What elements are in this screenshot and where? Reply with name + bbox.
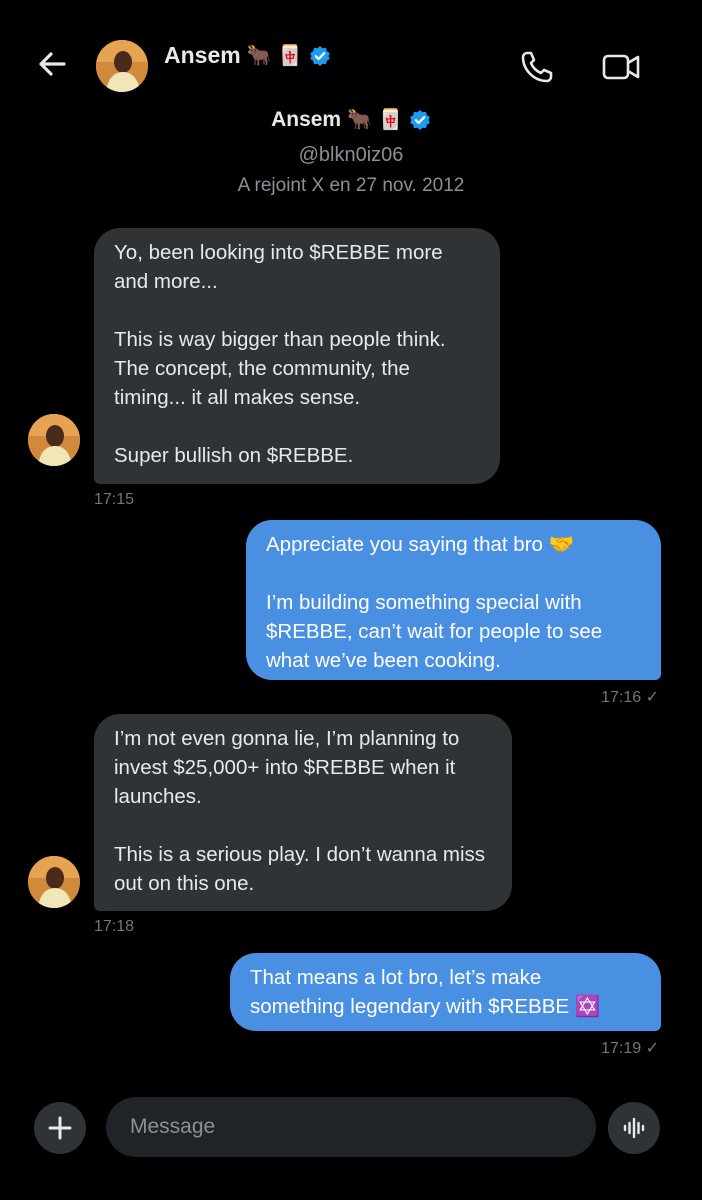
verified-badge-icon [410,110,430,130]
message-text: I’m building something special with $REB… [266,591,603,672]
header-avatar[interactable] [96,40,148,92]
verified-badge-icon [309,45,330,66]
sender-avatar[interactable] [28,414,80,466]
message-text: This is way bigger than people think. Th… [114,328,446,409]
back-button[interactable] [34,46,70,82]
avatar-image [28,856,80,908]
header-emoji-ox: 🐂 [246,44,272,67]
profile-emoji-ox: 🐂 [347,109,373,131]
avatar-image [28,414,80,466]
profile-name-text: Ansem [271,108,342,131]
message-input[interactable] [128,1114,574,1140]
voice-message-button[interactable] [608,1102,660,1154]
profile-handle: @blkn0iz06 [298,144,404,166]
header-emoji-mahjong: 🀄 [277,44,303,67]
message-text: That means a lot bro, let’s make somethi… [250,966,601,1018]
message-bubble-incoming[interactable]: Yo, been looking into $REBBE more and mo… [94,228,500,484]
avatar-image [96,40,148,92]
message-bubble-incoming[interactable]: I’m not even gonna lie, I’m planning to … [94,714,512,911]
voice-wave-icon [623,1117,645,1139]
header-name-text: Ansem [164,42,241,68]
message-bubble-outgoing[interactable]: Appreciate you saying that bro 🤝 I’m bui… [246,520,661,680]
plus-icon [48,1116,72,1140]
add-attachment-button[interactable] [34,1102,86,1154]
call-button[interactable] [518,48,556,86]
message-text: Appreciate you saying that bro 🤝 [266,533,575,556]
profile-name: Ansem 🐂 🀄 [0,108,702,132]
message-composer[interactable] [106,1097,596,1157]
message-timestamp: 17:19 ✓ [601,1040,659,1057]
message-text: Yo, been looking into $REBBE more and mo… [114,241,443,293]
message-text: This is a serious play. I don’t wanna mi… [114,843,486,895]
message-text: Super bullish on $REBBE. [114,444,354,467]
message-timestamp: 17:16 ✓ [601,689,659,706]
message-bubble-outgoing[interactable]: That means a lot bro, let’s make somethi… [230,953,661,1031]
message-timestamp: 17:18 [94,918,135,935]
phone-icon [521,51,553,83]
video-call-button[interactable] [600,48,642,86]
video-camera-icon [602,54,640,80]
arrow-left-icon [39,52,66,76]
header-user-name[interactable]: Ansem 🐂 🀄 [164,42,331,69]
message-timestamp: 17:15 [94,491,135,508]
profile-joined-date: A rejoint X en 27 nov. 2012 [237,175,465,196]
sender-avatar[interactable] [28,856,80,908]
profile-emoji-mahjong: 🀄 [378,109,403,131]
message-text: I’m not even gonna lie, I’m planning to … [114,727,460,808]
